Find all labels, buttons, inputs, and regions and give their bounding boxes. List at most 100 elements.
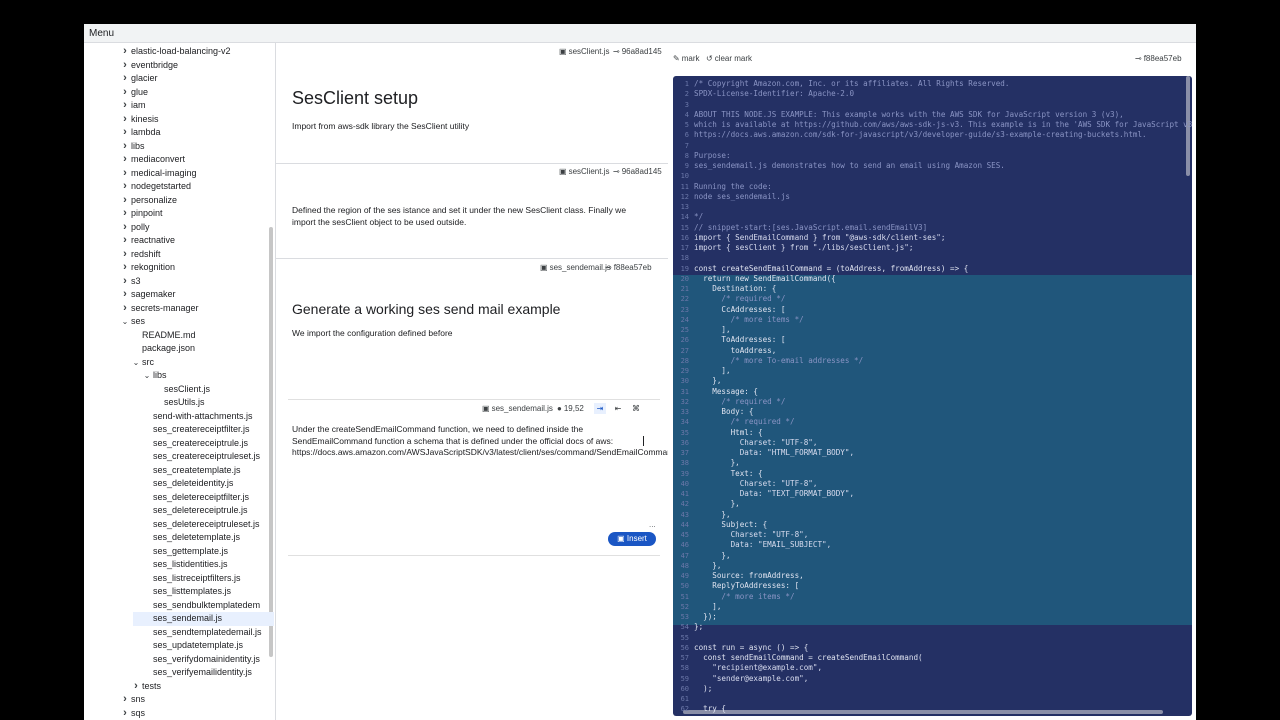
chevron-right-icon[interactable]: › bbox=[121, 194, 129, 208]
markdown-cell[interactable]: ▣ sesClient.js ⊸ 96a8ad145 Defined the r… bbox=[276, 164, 668, 259]
tree-item[interactable]: › iam bbox=[84, 99, 274, 113]
comment-chip[interactable]: ● 19,52 bbox=[557, 404, 584, 413]
chevron-down-icon[interactable]: ⌄ bbox=[132, 356, 140, 370]
chevron-right-icon[interactable]: › bbox=[121, 59, 129, 73]
tree-item[interactable]: › lambda bbox=[84, 126, 274, 140]
chevron-right-icon[interactable]: › bbox=[121, 261, 129, 275]
chevron-down-icon[interactable]: ⌄ bbox=[143, 369, 151, 383]
chevron-right-icon[interactable]: › bbox=[121, 221, 129, 235]
chevron-right-icon[interactable]: › bbox=[121, 72, 129, 86]
chevron-right-icon[interactable]: › bbox=[121, 153, 129, 167]
chevron-right-icon[interactable]: › bbox=[121, 275, 129, 289]
tree-item[interactable]: › kinesis bbox=[84, 113, 274, 127]
clear-mark-button[interactable]: ↺ clear mark bbox=[706, 54, 752, 63]
tree-item[interactable]: › personalize bbox=[84, 194, 274, 208]
tree-item[interactable]: › nodegetstarted bbox=[84, 180, 274, 194]
tree-item[interactable]: ses_sendemail.js bbox=[133, 612, 274, 626]
tree-item[interactable]: send-with-attachments.js bbox=[84, 410, 274, 424]
tree-item[interactable]: ses_listtemplates.js bbox=[84, 585, 274, 599]
markdown-cell[interactable]: ▣ sesClient.js ⊸ 96a8ad145 SesClient set… bbox=[276, 43, 668, 164]
tree-item[interactable]: ses_verifyemailidentity.js bbox=[84, 666, 274, 680]
tree-item[interactable]: README.md bbox=[84, 329, 274, 343]
commit-chip[interactable]: ⊸ 96a8ad145 bbox=[613, 47, 662, 56]
chevron-right-icon[interactable]: › bbox=[121, 248, 129, 262]
chevron-right-icon[interactable]: › bbox=[121, 126, 129, 140]
tree-item[interactable]: ses_sendbulktemplatedem bbox=[84, 599, 274, 613]
chevron-right-icon[interactable]: › bbox=[121, 45, 129, 59]
tree-item[interactable]: › eventbridge bbox=[84, 59, 274, 73]
tree-item[interactable]: › libs bbox=[84, 140, 274, 154]
chevron-right-icon[interactable]: › bbox=[121, 707, 129, 720]
tree-item[interactable]: › secrets-manager bbox=[84, 302, 274, 316]
tree-item[interactable]: ses_verifydomainidentity.js bbox=[84, 653, 274, 667]
chevron-right-icon[interactable]: › bbox=[121, 302, 129, 316]
chevron-right-icon[interactable]: › bbox=[132, 680, 140, 694]
tree-item[interactable]: ses_createreceiptfilter.js bbox=[84, 423, 274, 437]
tree-item[interactable]: ses_createtemplate.js bbox=[84, 464, 274, 478]
tree-item[interactable]: ses_deletereceiptruleset.js bbox=[84, 518, 274, 532]
chevron-right-icon[interactable]: › bbox=[121, 99, 129, 113]
code-viewer[interactable]: 1 /* Copyright Amazon.com, Inc. or its af… bbox=[673, 76, 1192, 716]
tree-item[interactable]: ses_listreceiptfilters.js bbox=[84, 572, 274, 586]
tree-item[interactable]: › rekognition bbox=[84, 261, 274, 275]
tree-item[interactable]: › glue bbox=[84, 86, 274, 100]
commit-chip[interactable]: ⊸ 96a8ad145 bbox=[613, 167, 662, 176]
tree-item[interactable]: › redshift bbox=[84, 248, 274, 262]
tree-item[interactable]: ses_listidentities.js bbox=[84, 558, 274, 572]
chevron-right-icon[interactable]: › bbox=[121, 207, 129, 221]
tree-item[interactable]: › polly bbox=[84, 221, 274, 235]
file-chip[interactable]: ▣ sesClient.js bbox=[559, 47, 609, 56]
tree-item[interactable]: › sns bbox=[84, 693, 274, 707]
cell-text-editor[interactable]: Under the createSendEmailCommand functio… bbox=[292, 424, 668, 459]
file-chip[interactable]: ▣ ses_sendemail.js bbox=[540, 263, 611, 272]
commit-chip[interactable]: ⊸ f88ea57eb bbox=[1135, 54, 1182, 63]
chevron-down-icon[interactable]: ⌄ bbox=[121, 315, 129, 329]
tree-item[interactable]: package.json bbox=[84, 342, 274, 356]
tree-item[interactable]: ses_gettemplate.js bbox=[84, 545, 274, 559]
tree-item[interactable]: › reactnative bbox=[84, 234, 274, 248]
tree-item[interactable]: sesUtils.js bbox=[84, 396, 274, 410]
tree-item[interactable]: › s3 bbox=[84, 275, 274, 289]
tree-item[interactable]: › pinpoint bbox=[84, 207, 274, 221]
split-view-icon[interactable]: ⇥ bbox=[594, 403, 606, 414]
tree-item[interactable]: ⌄ libs bbox=[84, 369, 274, 383]
tree-item[interactable]: ses_createreceiptruleset.js bbox=[84, 450, 274, 464]
expand-icon[interactable]: ⌘ bbox=[630, 403, 642, 414]
chevron-right-icon[interactable]: › bbox=[121, 113, 129, 127]
insert-button[interactable]: ▣ Insert bbox=[608, 532, 656, 546]
chevron-right-icon[interactable]: › bbox=[121, 140, 129, 154]
tree-item[interactable]: ses_sendtemplatedemail.js bbox=[84, 626, 274, 640]
layout-icon[interactable]: ⇤ bbox=[612, 403, 624, 414]
tree-item[interactable]: › tests bbox=[84, 680, 274, 694]
tree-item[interactable]: ses_deletetemplate.js bbox=[84, 531, 274, 545]
tree-item[interactable]: › mediaconvert bbox=[84, 153, 274, 167]
file-chip[interactable]: ▣ sesClient.js bbox=[559, 167, 609, 176]
menu-label[interactable]: Menu bbox=[89, 28, 114, 39]
editing-cell[interactable]: ▣ ses_sendemail.js ● 19,52 ⇥ ⇤ ⌘ Under t… bbox=[288, 399, 668, 561]
chevron-right-icon[interactable]: › bbox=[121, 693, 129, 707]
more-options-icon[interactable]: ... bbox=[649, 520, 656, 529]
file-chip[interactable]: ▣ ses_sendemail.js bbox=[482, 404, 553, 413]
commit-chip[interactable]: ⊸ f88ea57eb bbox=[605, 263, 652, 272]
tree-item[interactable]: › sagemaker bbox=[84, 288, 274, 302]
tree-item[interactable]: ses_updatetemplate.js bbox=[84, 639, 274, 653]
tree-item[interactable]: ses_deletereceiptfilter.js bbox=[84, 491, 274, 505]
tree-item[interactable]: ses_deletereceiptrule.js bbox=[84, 504, 274, 518]
tree-item[interactable]: ⌄ src bbox=[84, 356, 274, 370]
chevron-right-icon[interactable]: › bbox=[121, 180, 129, 194]
menu-bar[interactable]: Menu bbox=[84, 24, 1196, 43]
chevron-right-icon[interactable]: › bbox=[121, 234, 129, 248]
code-horizontal-scrollbar[interactable] bbox=[683, 710, 1163, 714]
tree-item[interactable]: › elastic-load-balancing-v2 bbox=[84, 45, 274, 59]
chevron-right-icon[interactable]: › bbox=[121, 288, 129, 302]
tree-item[interactable]: ses_createreceiptrule.js bbox=[84, 437, 274, 451]
chevron-right-icon[interactable]: › bbox=[121, 86, 129, 100]
markdown-cell[interactable]: ▣ ses_sendemail.js ⊸ f88ea57eb Generate … bbox=[276, 259, 668, 399]
mark-button[interactable]: ✎ mark bbox=[673, 54, 699, 63]
tree-item[interactable]: › medical-imaging bbox=[84, 167, 274, 181]
tree-item[interactable]: › sqs bbox=[84, 707, 274, 720]
tree-item[interactable]: sesClient.js bbox=[84, 383, 274, 397]
tree-item[interactable]: ses_deleteidentity.js bbox=[84, 477, 274, 491]
tree-item[interactable]: › glacier bbox=[84, 72, 274, 86]
chevron-right-icon[interactable]: › bbox=[121, 167, 129, 181]
